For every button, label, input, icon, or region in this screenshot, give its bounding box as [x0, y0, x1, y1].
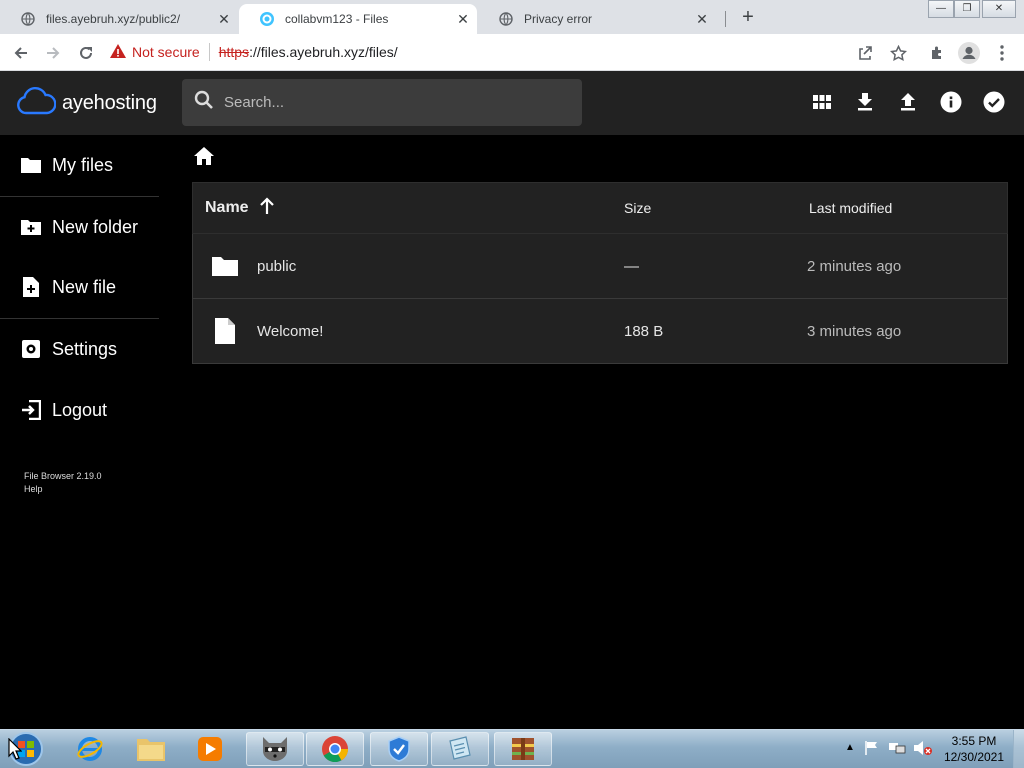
file-modified: 2 minutes ago — [807, 257, 902, 275]
filebrowser-favicon-icon — [259, 11, 275, 27]
exit-icon — [20, 399, 42, 421]
file-name: Welcome! — [257, 322, 324, 340]
search-input[interactable] — [224, 94, 564, 111]
help-link[interactable]: Help — [24, 483, 102, 496]
clock-date: 12/30/2021 — [943, 750, 1005, 764]
menu-icon[interactable] — [990, 41, 1014, 65]
listing-header: Name Size Last modified — [192, 182, 1008, 234]
tab-title: files.ayebruh.xyz/public2/ — [46, 12, 181, 26]
sidebar-divider — [0, 196, 159, 197]
system-clock[interactable]: 3:55 PM 12/30/2021 — [938, 733, 1010, 765]
url-path: ://files.ayebruh.xyz/files/ — [249, 44, 398, 60]
tab-collabvm-files[interactable]: collabvm123 - Files ✕ — [239, 4, 477, 34]
show-desktop-button[interactable] — [1013, 730, 1024, 768]
new-tab-button[interactable]: + — [737, 6, 759, 28]
version-link[interactable]: File Browser 2.19.0 — [24, 470, 102, 483]
tab-public2[interactable]: files.ayebruh.xyz/public2/ ✕ — [0, 4, 238, 34]
tab-privacy-error[interactable]: Privacy error ✕ — [478, 4, 716, 34]
window-close-button[interactable]: ✕ — [982, 0, 1016, 18]
star-icon[interactable] — [886, 41, 910, 65]
security-status[interactable]: Not secure — [132, 44, 200, 60]
settings-icon — [20, 338, 42, 360]
sidebar-item-settings[interactable]: Settings — [0, 325, 159, 373]
tab-title: collabvm123 - Files — [285, 12, 389, 26]
file-size: 188 B — [624, 322, 664, 340]
file-name: public — [257, 257, 297, 275]
tab-close-icon[interactable]: ✕ — [455, 11, 471, 27]
tab-title: Privacy error — [524, 12, 593, 26]
credits: File Browser 2.19.0 Help — [24, 470, 102, 496]
clock-time: 3:55 PM — [951, 734, 997, 748]
notepad-app-icon[interactable] — [431, 732, 489, 766]
sort-arrow-up-icon[interactable] — [259, 196, 275, 220]
column-modified-header[interactable]: Last modified — [809, 183, 892, 233]
tab-close-icon[interactable]: ✕ — [216, 11, 232, 27]
profile-icon[interactable] — [957, 41, 981, 65]
search-box[interactable] — [182, 79, 582, 126]
file-listing: Name Size Last modified public — 2 minut… — [192, 182, 1008, 365]
sidebar-item-label: My files — [52, 154, 114, 175]
forward-arrow-icon[interactable] — [41, 41, 65, 65]
breadcrumb-home-icon[interactable] — [193, 146, 215, 166]
upload-icon[interactable] — [895, 89, 921, 115]
table-row[interactable]: Welcome! 188 B 3 minutes ago — [192, 299, 1008, 364]
share-icon[interactable] — [853, 41, 877, 65]
volume-muted-icon[interactable] — [913, 740, 933, 756]
sidebar-item-new-file[interactable]: New file — [0, 263, 159, 311]
globe-icon — [20, 11, 36, 27]
check-circle-icon[interactable] — [981, 89, 1007, 115]
create-folder-icon — [20, 216, 42, 238]
browser-tab-strip: files.ayebruh.xyz/public2/ ✕ collabvm123… — [0, 0, 1024, 34]
search-icon — [194, 90, 214, 115]
address-bar[interactable]: Not secure https://files.ayebruh.xyz/fil… — [110, 37, 846, 67]
table-row[interactable]: public — 2 minutes ago — [192, 234, 1008, 299]
action-center-flag-icon[interactable] — [864, 740, 882, 756]
restore-button[interactable]: ❐ — [954, 0, 980, 18]
tab-separator — [725, 11, 726, 27]
sidebar-item-label: New folder — [52, 216, 139, 237]
sidebar-item-label: Settings — [52, 338, 118, 359]
back-arrow-icon[interactable] — [9, 41, 33, 65]
media-player-icon[interactable] — [181, 732, 239, 766]
url-scheme: https — [218, 44, 250, 60]
reload-icon[interactable] — [74, 41, 98, 65]
column-name-header[interactable]: Name — [205, 183, 275, 233]
warning-icon[interactable] — [110, 43, 126, 61]
sidebar-item-logout[interactable]: Logout — [0, 386, 159, 434]
column-label: Name — [205, 199, 249, 216]
file-modified: 3 minutes ago — [807, 322, 902, 340]
internet-explorer-icon[interactable] — [61, 732, 119, 766]
cloud-icon — [16, 86, 57, 121]
file-explorer-icon[interactable] — [122, 732, 180, 766]
brand-name: ayehosting — [62, 91, 157, 114]
raccoon-app-icon[interactable] — [246, 732, 304, 766]
file-size: — — [624, 257, 639, 275]
winrar-app-icon[interactable] — [494, 732, 552, 766]
extension-icon[interactable] — [925, 41, 949, 65]
mouse-cursor — [8, 737, 23, 760]
sidebar-item-new-folder[interactable]: New folder — [0, 203, 159, 251]
info-icon[interactable] — [938, 89, 964, 115]
download-icon[interactable] — [852, 89, 878, 115]
divider — [208, 43, 210, 61]
chrome-icon[interactable] — [306, 732, 364, 766]
file-icon — [214, 299, 236, 363]
sidebar-divider — [0, 318, 159, 319]
tab-close-icon[interactable]: ✕ — [694, 11, 710, 27]
column-size-header[interactable]: Size — [624, 183, 651, 233]
minimize-button[interactable]: — — [928, 0, 954, 18]
globe-icon — [498, 11, 514, 27]
folder-icon — [211, 234, 239, 298]
network-icon[interactable] — [888, 740, 906, 756]
show-hidden-icons-icon[interactable]: ▲ — [844, 742, 856, 754]
folder-icon — [20, 154, 42, 176]
brand-logo[interactable]: ayehosting — [16, 86, 157, 120]
sidebar-item-my-files[interactable]: My files — [0, 141, 159, 189]
grid-view-icon[interactable] — [809, 89, 835, 115]
browser-toolbar: Not secure https://files.ayebruh.xyz/fil… — [0, 34, 1024, 71]
note-add-icon — [20, 276, 42, 298]
sidebar-item-label: New file — [52, 276, 117, 297]
sidebar-item-label: Logout — [52, 399, 108, 420]
security-app-icon[interactable] — [370, 732, 428, 766]
